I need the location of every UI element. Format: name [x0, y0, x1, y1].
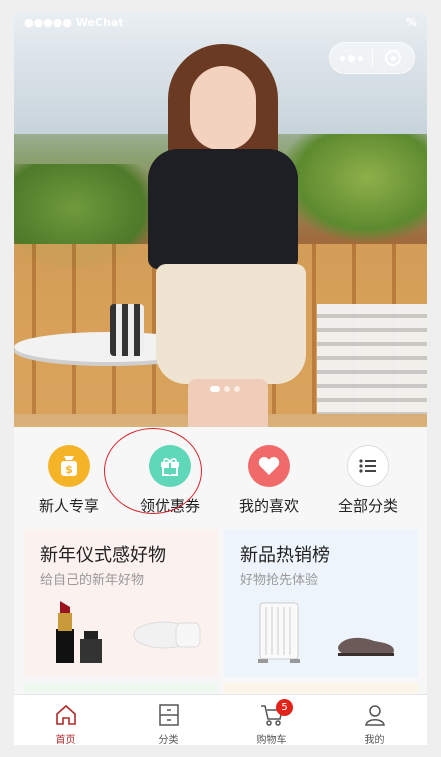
tab-label: 首页 [55, 735, 76, 745]
bottom-tab-bar: 首页 分类 5 购物车 我的 [14, 694, 427, 745]
list-icon [347, 445, 389, 487]
status-carrier: ●●●●● WeChat [24, 16, 124, 29]
shoe-image [338, 637, 394, 656]
category-shortcuts: $ 新人专享 领优惠券 我的喜欢 全部分类 [14, 427, 427, 527]
user-icon [323, 701, 426, 729]
shortcut-label: 全部分类 [337, 497, 398, 515]
promo-card-hot-new[interactable]: 新品热销榜 好物抢先体验 [224, 529, 418, 677]
promo-subtitle: 给自己的新年好物 [40, 573, 145, 588]
shortcut-favorites[interactable]: 我的喜欢 [219, 445, 319, 516]
promo-title: 新年仪式感好物 [40, 545, 166, 566]
heater-image [258, 602, 300, 663]
toilet-seat-image [133, 621, 201, 649]
tab-category[interactable]: 分类 [117, 701, 220, 745]
tab-label: 购物车 [256, 735, 287, 745]
svg-text:$: $ [65, 463, 73, 476]
promo-title: 新品热销榜 [240, 545, 330, 566]
banner-model [138, 44, 318, 427]
status-battery: % [405, 16, 417, 29]
heart-icon [248, 445, 290, 487]
lipstick-image [56, 601, 102, 663]
shortcut-newcomer[interactable]: $ 新人专享 [19, 445, 119, 516]
shortcut-label: 新人专享 [38, 497, 99, 515]
close-miniprogram-icon[interactable] [373, 43, 414, 73]
home-icon [14, 701, 117, 729]
miniprogram-capsule [329, 42, 415, 74]
annotation-circle [104, 428, 202, 514]
banner-pagination [210, 386, 240, 392]
tab-home[interactable]: 首页 [14, 701, 117, 745]
hero-banner[interactable]: ●●●●● WeChat % [14, 14, 427, 427]
promo-card-peek [24, 683, 218, 693]
tab-label: 我的 [364, 735, 385, 745]
shortcut-all-categories[interactable]: 全部分类 [318, 445, 418, 516]
shortcut-label: 我的喜欢 [238, 497, 299, 515]
banner-chair [317, 304, 427, 414]
tab-cart[interactable]: 5 购物车 [220, 699, 323, 745]
tab-label: 分类 [158, 735, 179, 745]
promo-subtitle: 好物抢先体验 [240, 573, 319, 588]
cart-count-badge: 5 [276, 699, 293, 716]
promo-card-new-year[interactable]: 新年仪式感好物 给自己的新年好物 [24, 529, 218, 677]
money-bag-icon: $ [48, 445, 90, 487]
tab-profile[interactable]: 我的 [323, 701, 426, 745]
promo-card-peek [224, 683, 418, 693]
phone-screen: ●●●●● WeChat % $ 新人专享 领优惠券 我的喜欢 全部分类 新年仪… [14, 14, 427, 745]
more-icon[interactable] [330, 43, 372, 73]
cart-icon: 5 [220, 699, 323, 729]
category-icon [117, 701, 220, 729]
status-bar: ●●●●● WeChat % [14, 14, 427, 32]
